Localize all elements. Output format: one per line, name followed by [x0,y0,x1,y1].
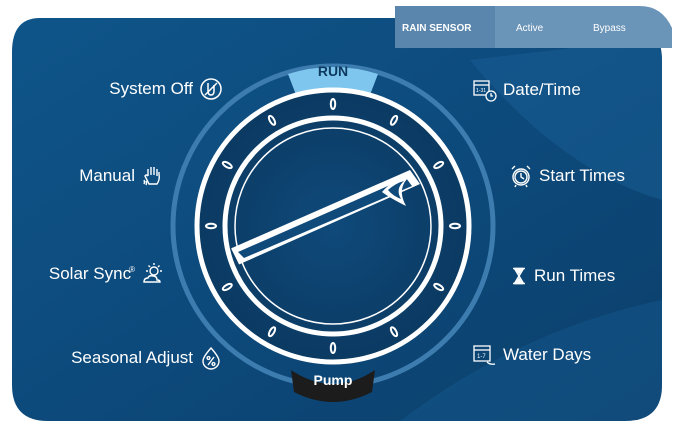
calendar-week-icon: 1-7 [473,343,497,367]
pump-label[interactable]: Pump [305,372,361,388]
position-solar-sync[interactable]: Solar Sync® [49,262,165,286]
position-run-times[interactable]: Run Times [510,266,615,286]
alarm-clock-icon [509,164,533,188]
position-water-days[interactable]: 1-7 Water Days [473,343,591,367]
hourglass-icon [510,267,528,285]
position-date-time[interactable]: 1-31 Date/Time [473,78,581,102]
sun-cloud-icon [141,262,165,286]
position-label: Date/Time [503,80,581,99]
svg-text:1-7: 1-7 [477,354,486,360]
position-system-off[interactable]: System Off [109,77,223,101]
run-label: RUN [317,63,349,79]
position-label: Water Days [503,345,592,364]
system-off-icon [199,77,223,101]
rain-sensor-active-option[interactable]: Active [516,23,543,34]
position-label: Solar Sync [48,264,132,283]
percent-drop-icon [199,346,223,370]
hand-icon [141,164,165,188]
position-manual[interactable]: Manual [79,164,165,188]
position-label: Manual [79,166,135,185]
rain-sensor-bypass-option[interactable]: Bypass [593,23,626,34]
rain-sensor-switch[interactable]: RAIN SENSOR Active Bypass [395,18,647,38]
position-label: Run Times [534,266,616,285]
svg-text:1-31: 1-31 [476,88,486,94]
position-label: Seasonal Adjust [71,348,193,367]
calendar-clock-icon: 1-31 [473,78,497,102]
position-seasonal-adjust[interactable]: Seasonal Adjust [71,346,223,370]
position-start-times[interactable]: Start Times [509,164,625,188]
position-label: Start Times [539,166,625,185]
position-label: System Off [109,79,193,98]
rain-sensor-title: RAIN SENSOR [402,22,472,34]
program-dial[interactable] [194,87,472,365]
registered-mark: ® [129,265,135,275]
